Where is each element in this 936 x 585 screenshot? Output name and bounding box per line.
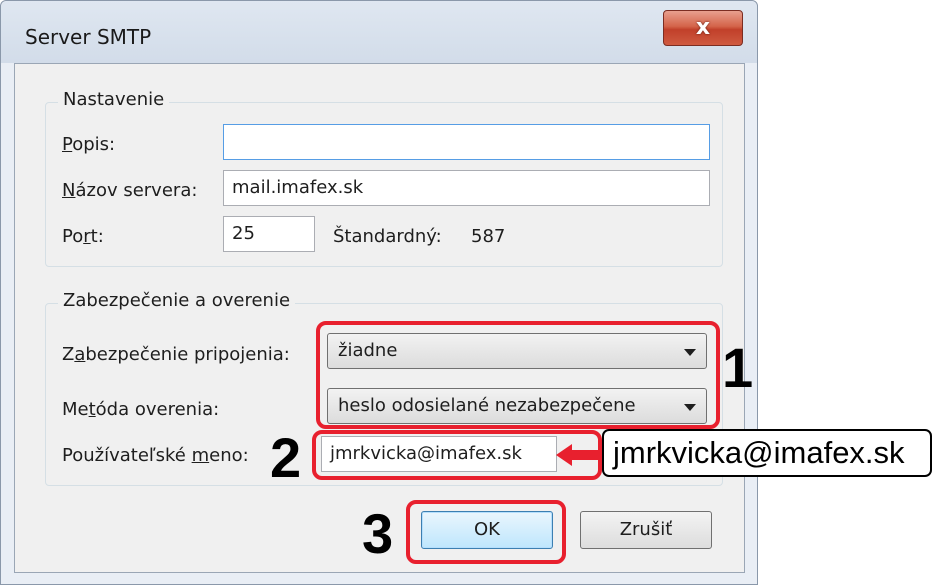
step-1-number: 1 [722, 336, 754, 399]
step-3-number: 3 [362, 502, 394, 565]
server-name-label: Názov servera: [62, 180, 198, 201]
cancel-button[interactable]: Zrušiť [580, 511, 712, 549]
settings-group-title: Nastavenie [58, 89, 170, 110]
username-callout: jmrkvicka@imafex.sk [602, 429, 932, 477]
username-label: Používateľské meno: [62, 445, 249, 466]
title-bar: Server SMTP x [1, 1, 757, 63]
dialog-body: Nastavenie Popis: Názov servera: mail.im… [14, 63, 745, 573]
default-port-label: Štandardný: [333, 226, 442, 247]
step-2-number: 2 [270, 426, 302, 489]
red-arrow-icon [556, 444, 598, 466]
close-button[interactable]: x [663, 10, 743, 46]
description-input[interactable] [223, 124, 710, 160]
port-label: Port: [62, 226, 104, 247]
security-group-title: Zabezpečenie a overenie [58, 290, 296, 311]
smtp-server-dialog: Server SMTP x Nastavenie Popis: Názov se… [0, 0, 758, 585]
connection-security-label: Zabezpečenie pripojenia: [62, 344, 290, 365]
highlight-security-fields [316, 321, 720, 429]
port-input[interactable]: 25 [223, 216, 315, 252]
window-title: Server SMTP [25, 25, 152, 49]
highlight-ok-button [406, 500, 566, 564]
description-label: Popis: [62, 134, 116, 155]
close-icon: x [695, 15, 711, 40]
server-name-input[interactable]: mail.imafex.sk [223, 170, 710, 206]
auth-method-label: Metóda overenia: [62, 399, 220, 420]
default-port-value: 587 [471, 226, 506, 247]
